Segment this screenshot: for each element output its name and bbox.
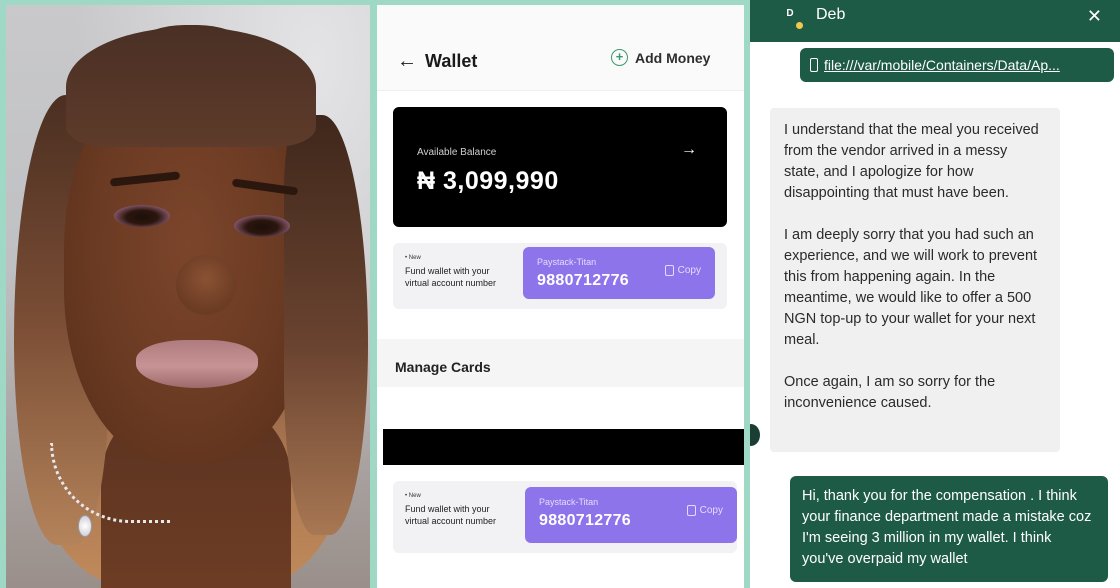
message-paragraph: Once again, I am so sorry for the inconv… xyxy=(784,374,996,411)
copy-label: Copy xyxy=(699,505,723,516)
file-icon xyxy=(810,58,818,72)
necklace-pendant xyxy=(78,515,92,537)
message-paragraph: I understand that the meal you received … xyxy=(784,122,1039,201)
fund-wallet-description: Fund wallet with your virtual account nu… xyxy=(405,266,497,288)
hair-fringe xyxy=(66,27,316,147)
plus-circle-icon: + xyxy=(611,49,628,66)
fund-wallet-card: • New Fund wallet with your virtual acco… xyxy=(393,481,737,553)
file-attachment[interactable]: file:///var/mobile/Containers/Data/Ap... xyxy=(800,48,1114,82)
account-number: 9880712776 xyxy=(537,272,629,289)
chat-header: D Deb ✕ xyxy=(750,0,1120,42)
redacted-bar xyxy=(383,429,744,465)
virtual-account-box: Paystack-Titan 9880712776 Copy xyxy=(523,247,715,299)
balance-amount: ₦ 3,099,990 xyxy=(417,167,559,195)
add-money-label: Add Money xyxy=(635,49,711,66)
arrow-left-icon[interactable]: ← xyxy=(397,51,417,71)
page-title: Wallet xyxy=(425,51,478,71)
file-link[interactable]: file:///var/mobile/Containers/Data/Ap... xyxy=(824,57,1060,73)
balance-label: Available Balance xyxy=(417,147,497,158)
selfie-photo xyxy=(6,5,370,588)
arrow-right-icon[interactable]: → xyxy=(681,141,697,159)
new-badge: • New xyxy=(405,255,421,261)
balance-card[interactable]: Available Balance ₦ 3,099,990 → xyxy=(393,107,727,227)
outgoing-message: Hi, thank you for the compensation . I t… xyxy=(790,476,1108,582)
new-badge: • New xyxy=(405,493,421,499)
bank-name: Paystack-Titan xyxy=(539,497,599,507)
chat-screen: D Deb ✕ file:///var/mobile/Containers/Da… xyxy=(750,0,1120,588)
wallet-screen: ← Wallet + Add Money Available Balance ₦… xyxy=(377,5,744,588)
manage-cards-section: Manage Cards xyxy=(377,339,744,387)
online-status-dot xyxy=(796,22,803,29)
copy-button[interactable]: Copy xyxy=(686,505,723,516)
contact-name: Deb xyxy=(816,6,846,23)
message-text: Hi, thank you for the compensation . I t… xyxy=(802,488,1092,567)
avatar: D xyxy=(782,6,798,22)
eye-left xyxy=(114,205,170,227)
message-paragraph: I am deeply sorry that you had such an e… xyxy=(784,227,1038,348)
section-title: Manage Cards xyxy=(395,359,491,375)
fund-wallet-description: Fund wallet with your virtual account nu… xyxy=(405,504,497,526)
lips xyxy=(136,340,258,388)
copy-label: Copy xyxy=(677,265,701,276)
nose xyxy=(176,255,236,315)
bank-name: Paystack-Titan xyxy=(537,257,597,267)
wallet-header: ← Wallet + Add Money xyxy=(377,5,744,91)
copy-button[interactable]: Copy xyxy=(664,265,701,276)
virtual-account-box: Paystack-Titan 9880712776 Copy xyxy=(525,487,737,543)
incoming-message: I understand that the meal you received … xyxy=(770,108,1060,452)
fund-wallet-card: • New Fund wallet with your virtual acco… xyxy=(393,243,727,309)
eye-right xyxy=(234,215,290,237)
close-icon[interactable]: ✕ xyxy=(1087,6,1102,27)
copy-icon xyxy=(664,265,674,276)
add-money-button[interactable]: + Add Money xyxy=(611,49,710,66)
account-number: 9880712776 xyxy=(539,512,631,529)
scroll-handle xyxy=(750,424,760,446)
copy-icon xyxy=(686,505,696,516)
